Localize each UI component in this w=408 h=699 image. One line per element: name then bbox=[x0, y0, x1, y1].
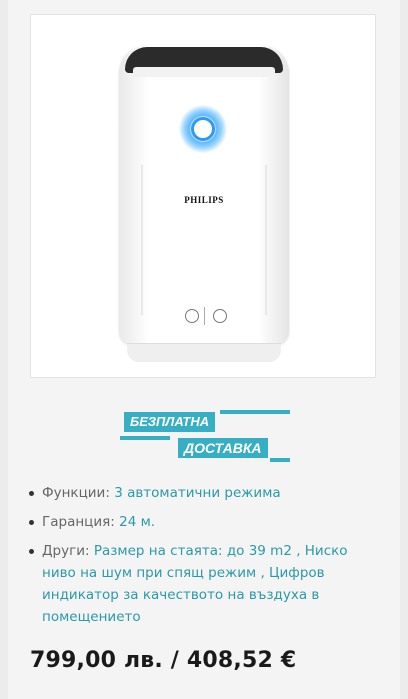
spec-label: Други: bbox=[42, 543, 90, 559]
spec-value: 24 м. bbox=[119, 514, 156, 530]
spec-label: Функции: bbox=[42, 485, 110, 501]
feature-sensor-icon bbox=[185, 309, 199, 323]
spec-warranty: Гаранция: 24 м. bbox=[28, 511, 378, 533]
product-image-card[interactable]: PHILIPS bbox=[30, 14, 376, 378]
page-margin-right bbox=[400, 0, 408, 699]
bullet-icon bbox=[29, 491, 34, 496]
purifier-feature-icons bbox=[179, 307, 231, 327]
air-purifier-image: PHILIPS bbox=[111, 45, 297, 370]
spec-label: Гаранция: bbox=[42, 514, 115, 530]
purifier-control-panel bbox=[133, 67, 275, 77]
purifier-base bbox=[127, 343, 281, 362]
bullet-icon bbox=[29, 520, 34, 525]
banner-line-1: БЕЗПЛАТНА bbox=[124, 412, 216, 432]
banner-stripe bbox=[220, 410, 290, 414]
page-margin-left bbox=[0, 0, 8, 699]
feature-filter-icon bbox=[213, 309, 227, 323]
banner-stripe bbox=[270, 458, 290, 462]
product-specs-list: Функции: 3 автоматични режима Гаранция: … bbox=[28, 482, 378, 635]
purifier-brand-logo: PHILIPS bbox=[184, 195, 224, 205]
purifier-side-seam-right bbox=[265, 165, 267, 315]
spec-functions: Функции: 3 автоматични режима bbox=[28, 482, 378, 504]
spec-other: Други: Размер на стаята: до 39 m2 , Ниск… bbox=[28, 540, 378, 628]
free-delivery-banner: БЕЗПЛАТНА ДОСТАВКА bbox=[120, 408, 292, 464]
bullet-icon bbox=[29, 549, 34, 554]
banner-stripe bbox=[120, 436, 170, 440]
product-price: 799,00 лв. / 408,52 € bbox=[30, 648, 297, 673]
air-quality-ring-core bbox=[191, 117, 215, 141]
feature-icons-divider bbox=[204, 307, 205, 325]
purifier-side-seam-left bbox=[141, 165, 143, 315]
spec-value: 3 автоматични режима bbox=[114, 485, 281, 501]
banner-line-2: ДОСТАВКА bbox=[178, 438, 268, 458]
